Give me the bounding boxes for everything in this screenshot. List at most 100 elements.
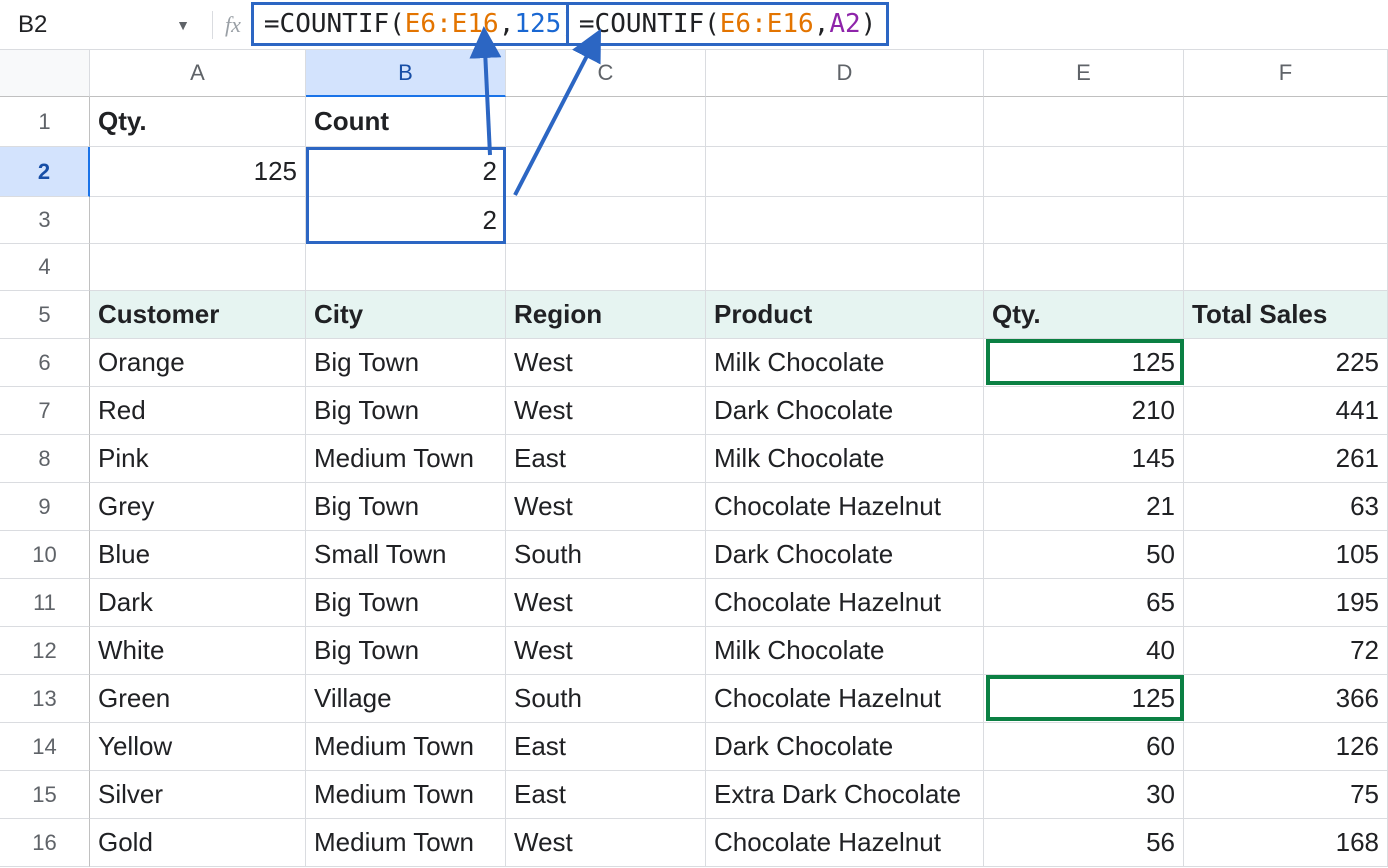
cell-e15[interactable]: 30 bbox=[984, 771, 1184, 819]
cell-a4[interactable] bbox=[90, 244, 306, 291]
cell-f14[interactable]: 126 bbox=[1184, 723, 1388, 771]
cell-f12[interactable]: 72 bbox=[1184, 627, 1388, 675]
cell-c6[interactable]: West bbox=[506, 339, 706, 387]
cell-d8[interactable]: Milk Chocolate bbox=[706, 435, 984, 483]
cell-b16[interactable]: Medium Town bbox=[306, 819, 506, 867]
cell-b15[interactable]: Medium Town bbox=[306, 771, 506, 819]
col-header-c[interactable]: C bbox=[506, 50, 706, 97]
row-header-2[interactable]: 2 bbox=[0, 147, 90, 197]
cell-b7[interactable]: Big Town bbox=[306, 387, 506, 435]
row-header-11[interactable]: 11 bbox=[0, 579, 90, 627]
cell-a11[interactable]: Dark bbox=[90, 579, 306, 627]
row-header-8[interactable]: 8 bbox=[0, 435, 90, 483]
cell-e2[interactable] bbox=[984, 147, 1184, 197]
cell-c10[interactable]: South bbox=[506, 531, 706, 579]
cell-a3[interactable] bbox=[90, 197, 306, 244]
cell-d16[interactable]: Chocolate Hazelnut bbox=[706, 819, 984, 867]
cell-f3[interactable] bbox=[1184, 197, 1388, 244]
cell-b10[interactable]: Small Town bbox=[306, 531, 506, 579]
cell-f9[interactable]: 63 bbox=[1184, 483, 1388, 531]
row-header-7[interactable]: 7 bbox=[0, 387, 90, 435]
cell-c12[interactable]: West bbox=[506, 627, 706, 675]
cell-e6[interactable]: 125 bbox=[984, 339, 1184, 387]
cell-d2[interactable] bbox=[706, 147, 984, 197]
cell-f11[interactable]: 195 bbox=[1184, 579, 1388, 627]
col-header-b[interactable]: B bbox=[306, 50, 506, 97]
cell-a5[interactable]: Customer bbox=[90, 291, 306, 339]
select-all-corner[interactable] bbox=[0, 50, 90, 97]
cell-a15[interactable]: Silver bbox=[90, 771, 306, 819]
cell-d12[interactable]: Milk Chocolate bbox=[706, 627, 984, 675]
cell-a9[interactable]: Grey bbox=[90, 483, 306, 531]
cell-d10[interactable]: Dark Chocolate bbox=[706, 531, 984, 579]
cell-c13[interactable]: South bbox=[506, 675, 706, 723]
cell-d15[interactable]: Extra Dark Chocolate bbox=[706, 771, 984, 819]
cell-c5[interactable]: Region bbox=[506, 291, 706, 339]
cell-d11[interactable]: Chocolate Hazelnut bbox=[706, 579, 984, 627]
cell-d9[interactable]: Chocolate Hazelnut bbox=[706, 483, 984, 531]
cell-f6[interactable]: 225 bbox=[1184, 339, 1388, 387]
cell-b9[interactable]: Big Town bbox=[306, 483, 506, 531]
cell-a2[interactable]: 125 bbox=[90, 147, 306, 197]
cell-f4[interactable] bbox=[1184, 244, 1388, 291]
row-header-14[interactable]: 14 bbox=[0, 723, 90, 771]
row-header-9[interactable]: 9 bbox=[0, 483, 90, 531]
cell-f2[interactable] bbox=[1184, 147, 1388, 197]
cell-d3[interactable] bbox=[706, 197, 984, 244]
cell-b3[interactable]: 2 bbox=[306, 197, 506, 244]
row-header-4[interactable]: 4 bbox=[0, 244, 90, 291]
cell-e9[interactable]: 21 bbox=[984, 483, 1184, 531]
cell-d7[interactable]: Dark Chocolate bbox=[706, 387, 984, 435]
cell-f1[interactable] bbox=[1184, 97, 1388, 147]
cell-a14[interactable]: Yellow bbox=[90, 723, 306, 771]
cell-c9[interactable]: West bbox=[506, 483, 706, 531]
cell-e5[interactable]: Qty. bbox=[984, 291, 1184, 339]
col-header-d[interactable]: D bbox=[706, 50, 984, 97]
cell-a10[interactable]: Blue bbox=[90, 531, 306, 579]
cell-c2[interactable] bbox=[506, 147, 706, 197]
cell-b12[interactable]: Big Town bbox=[306, 627, 506, 675]
cell-e3[interactable] bbox=[984, 197, 1184, 244]
cell-b4[interactable] bbox=[306, 244, 506, 291]
cell-b11[interactable]: Big Town bbox=[306, 579, 506, 627]
cell-f13[interactable]: 366 bbox=[1184, 675, 1388, 723]
formula-input[interactable]: =COUNTIF(E6:E16,125) =COUNTIF(E6:E16,A2) bbox=[251, 0, 1388, 49]
cell-e14[interactable]: 60 bbox=[984, 723, 1184, 771]
cell-f10[interactable]: 105 bbox=[1184, 531, 1388, 579]
row-header-1[interactable]: 1 bbox=[0, 97, 90, 147]
cell-c4[interactable] bbox=[506, 244, 706, 291]
cell-a8[interactable]: Pink bbox=[90, 435, 306, 483]
cell-f5[interactable]: Total Sales bbox=[1184, 291, 1388, 339]
cell-b6[interactable]: Big Town bbox=[306, 339, 506, 387]
cell-a1[interactable]: Qty. bbox=[90, 97, 306, 147]
cell-f16[interactable]: 168 bbox=[1184, 819, 1388, 867]
cell-e8[interactable]: 145 bbox=[984, 435, 1184, 483]
cell-d13[interactable]: Chocolate Hazelnut bbox=[706, 675, 984, 723]
cell-e4[interactable] bbox=[984, 244, 1184, 291]
cell-b1[interactable]: Count bbox=[306, 97, 506, 147]
row-header-15[interactable]: 15 bbox=[0, 771, 90, 819]
row-header-12[interactable]: 12 bbox=[0, 627, 90, 675]
cell-c3[interactable] bbox=[506, 197, 706, 244]
cell-f15[interactable]: 75 bbox=[1184, 771, 1388, 819]
cell-e13[interactable]: 125 bbox=[984, 675, 1184, 723]
cell-a7[interactable]: Red bbox=[90, 387, 306, 435]
cell-c16[interactable]: West bbox=[506, 819, 706, 867]
cell-a6[interactable]: Orange bbox=[90, 339, 306, 387]
cell-b14[interactable]: Medium Town bbox=[306, 723, 506, 771]
cell-e11[interactable]: 65 bbox=[984, 579, 1184, 627]
cell-e16[interactable]: 56 bbox=[984, 819, 1184, 867]
cell-c15[interactable]: East bbox=[506, 771, 706, 819]
col-header-e[interactable]: E bbox=[984, 50, 1184, 97]
chevron-down-icon[interactable]: ▼ bbox=[176, 17, 190, 33]
cell-e7[interactable]: 210 bbox=[984, 387, 1184, 435]
row-header-16[interactable]: 16 bbox=[0, 819, 90, 867]
row-header-5[interactable]: 5 bbox=[0, 291, 90, 339]
cell-c7[interactable]: West bbox=[506, 387, 706, 435]
cell-d6[interactable]: Milk Chocolate bbox=[706, 339, 984, 387]
cell-a13[interactable]: Green bbox=[90, 675, 306, 723]
row-header-10[interactable]: 10 bbox=[0, 531, 90, 579]
cell-e12[interactable]: 40 bbox=[984, 627, 1184, 675]
row-header-3[interactable]: 3 bbox=[0, 197, 90, 244]
cell-d14[interactable]: Dark Chocolate bbox=[706, 723, 984, 771]
